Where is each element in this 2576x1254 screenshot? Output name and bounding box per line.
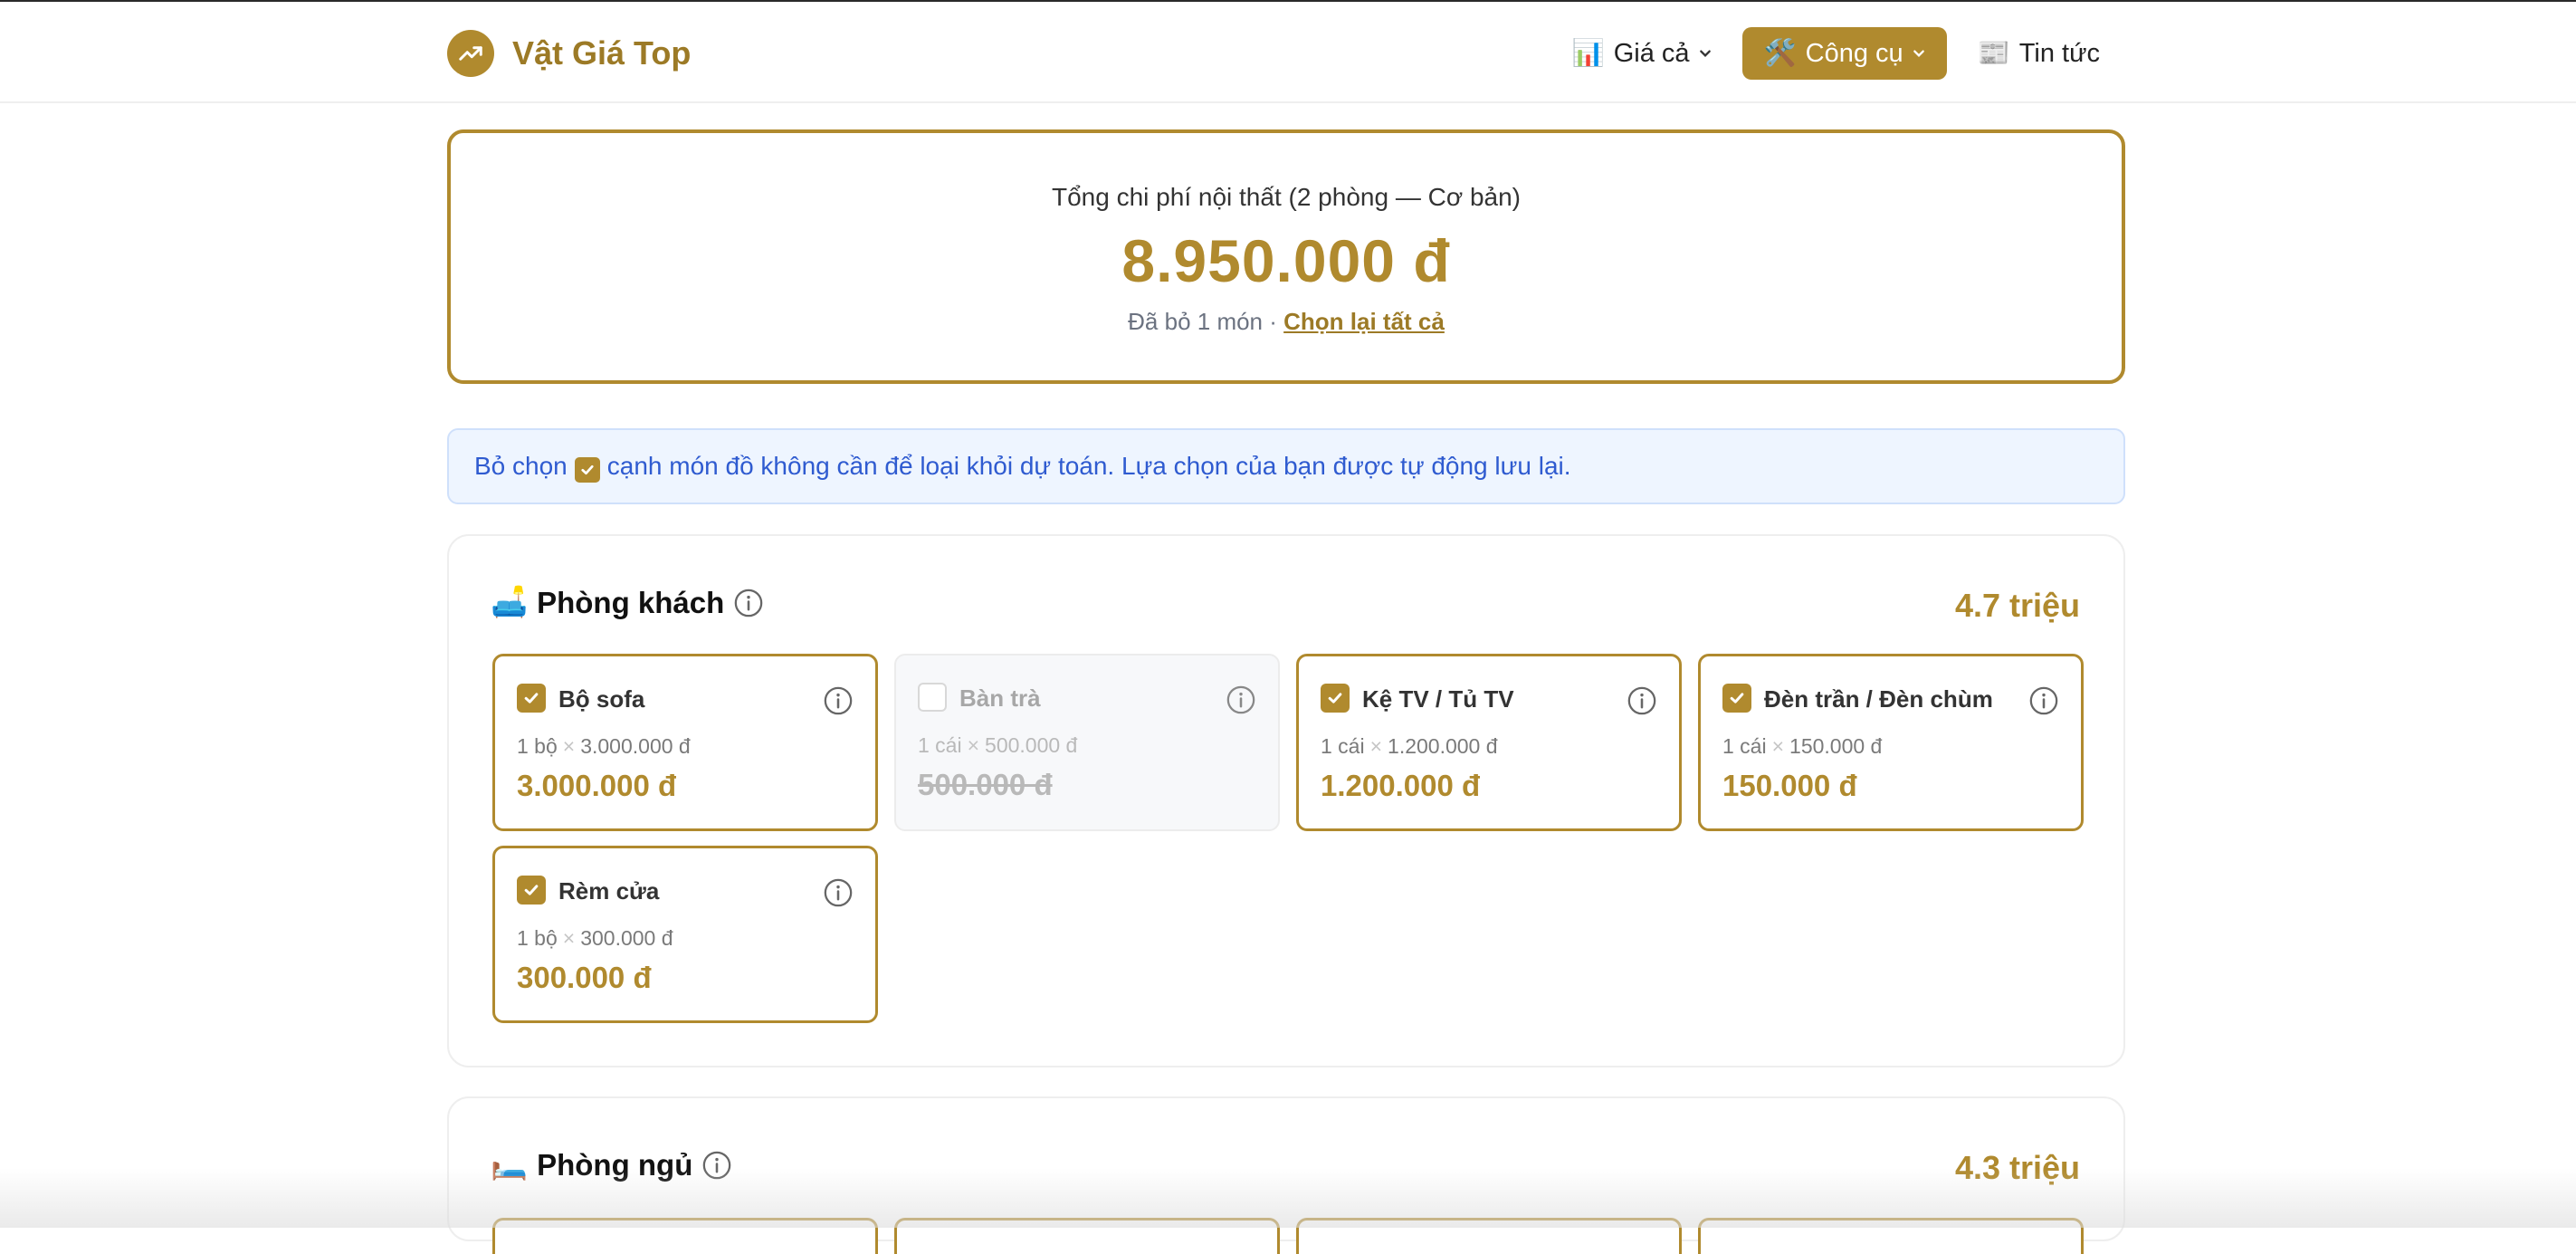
item-card-ceiling-light[interactable]: Đèn trần / Đèn chùm 1 cái × 150.000 đ 150.… [1698,654,2084,831]
item-card-sofa[interactable]: Bộ sofa 1 bộ × 3.000.000 đ 3.000.000 đ [492,654,878,831]
item-card[interactable] [1296,1218,1682,1254]
item-name: Kệ TV / Tủ TV [1362,685,1514,713]
info-icon[interactable] [2028,685,2059,716]
tools-icon: 🛠️ [1763,39,1797,68]
item-card-curtains[interactable]: Rèm cửa 1 bộ × 300.000 đ 300.000 đ [492,846,878,1023]
removed-count-text: Đã bỏ 1 món · [1128,308,1284,335]
times-symbol: × [1369,734,1383,758]
item-price: 500.000 đ [918,768,1053,801]
item-quantity-line: 1 cái × 500.000 đ [918,733,1077,758]
nav-prices[interactable]: 📊 Giá cả [1567,27,1717,80]
chevron-down-icon [1699,50,1711,57]
nav-tools[interactable]: 🛠️ Công cụ [1741,27,1947,80]
item-price: 300.000 đ [517,961,652,994]
item-quantity-line: 1 bộ × 3.000.000 đ [517,734,691,759]
nav-news-label: Tin tức [2018,38,2100,68]
item-unit-price: 3.000.000 đ [580,734,691,758]
item-card-tv-cabinet[interactable]: Kệ TV / Tủ TV 1 cái × 1.200.000 đ 1.200.00… [1296,654,1682,831]
item-qty: 1 cái [1321,734,1365,758]
info-icon[interactable] [823,685,854,716]
chart-icon: 📊 [1571,39,1605,68]
nav-tools-label: Công cụ [1805,38,1903,68]
item-quantity-line: 1 cái × 1.200.000 đ [1321,734,1498,759]
item-checkbox[interactable] [1722,684,1751,713]
chevron-down-icon [1913,50,1924,57]
item-card-coffee-table[interactable]: Bàn trà 1 cái × 500.000 đ 500.000 đ [894,654,1280,831]
info-icon[interactable] [733,588,764,618]
item-card[interactable] [492,1218,878,1254]
item-qty: 1 cái [1722,734,1767,758]
item-checkbox[interactable] [517,876,546,905]
item-unit-price: 150.000 đ [1789,734,1883,758]
item-quantity-line: 1 cái × 150.000 đ [1722,734,1882,759]
item-unit-price: 1.200.000 đ [1388,734,1498,758]
info-icon[interactable] [1627,685,1657,716]
item-price: 150.000 đ [1722,769,1857,802]
item-checkbox[interactable] [517,684,546,713]
total-cost-summary: Tổng chi phí nội thất (2 phòng — Cơ bản)… [447,129,2125,384]
nav-prices-label: Giá cả [1613,38,1690,68]
item-qty: 1 bộ [517,926,558,950]
summary-removed-info: Đã bỏ 1 món · Chọn lại tất cả [451,308,2122,336]
times-symbol: × [562,926,576,950]
main-nav: 📊 Giá cả 🛠️ Công cụ 📰 Tin tức [1567,27,2105,80]
bed-icon: 🛏️ [491,1147,529,1181]
item-qty: 1 cái [918,733,962,757]
item-unit-price: 500.000 đ [985,733,1078,757]
room-section-living-room: 🛋️ Phòng khách 4.7 triệu Bộ sofa 1 bộ × 3.… [447,534,2125,1067]
notice-text-before: Bỏ chọn [474,452,568,480]
item-name: Bộ sofa [558,685,645,713]
sofa-icon: 🛋️ [491,585,529,618]
room-title: 🛋️ Phòng khách [491,585,764,620]
room-total: 4.7 triệu [1954,587,2080,624]
room-title: 🛏️ Phòng ngủ [491,1147,732,1182]
item-checkbox[interactable] [1321,684,1350,713]
item-unit-price: 300.000 đ [580,926,673,950]
item-price: 1.200.000 đ [1321,769,1481,802]
room-section-bedroom: 🛏️ Phòng ngủ 4.3 triệu [447,1096,2125,1254]
item-quantity-line: 1 bộ × 300.000 đ [517,926,673,951]
item-card[interactable] [1698,1218,2084,1254]
notice-text-after: cạnh món đồ không cần để loại khỏi dự to… [606,452,1571,480]
checkbox-check-icon [574,457,600,483]
nav-news[interactable]: 📰 Tin tức [1972,27,2105,80]
summary-total: 8.950.000 đ [1121,227,1451,294]
top-navigation-bar: Vật Giá Top 📊 Giá cả 🛠️ Công cụ 📰 Tin tứ… [0,0,2576,103]
times-symbol: × [1771,734,1785,758]
room-name: Phòng ngủ [537,1147,693,1182]
newspaper-icon: 📰 [1977,39,2010,68]
trend-up-icon [447,30,494,77]
item-price: 3.000.000 đ [517,769,677,802]
times-symbol: × [562,734,576,758]
room-total: 4.3 triệu [1954,1149,2080,1186]
item-name: Bàn trà [959,684,1041,712]
item-name: Đèn trần / Đèn chùm [1764,685,1993,713]
info-icon[interactable] [1226,684,1256,715]
summary-label: Tổng chi phí nội thất (2 phòng — Cơ bản) [1052,183,1521,211]
room-name: Phòng khách [537,585,725,619]
brand-link[interactable]: Vật Giá Top [447,29,691,78]
times-symbol: × [967,733,980,757]
info-icon[interactable] [701,1150,732,1181]
item-card[interactable] [894,1218,1280,1254]
item-name: Rèm cửa [558,877,660,905]
info-icon[interactable] [823,877,854,908]
instruction-notice: Bỏ chọn cạnh món đồ không cần để loại kh… [447,428,2125,504]
reset-selection-link[interactable]: Chọn lại tất cả [1283,308,1445,335]
item-checkbox[interactable] [918,683,947,712]
brand-name: Vật Giá Top [512,34,692,72]
item-qty: 1 bộ [517,734,558,758]
